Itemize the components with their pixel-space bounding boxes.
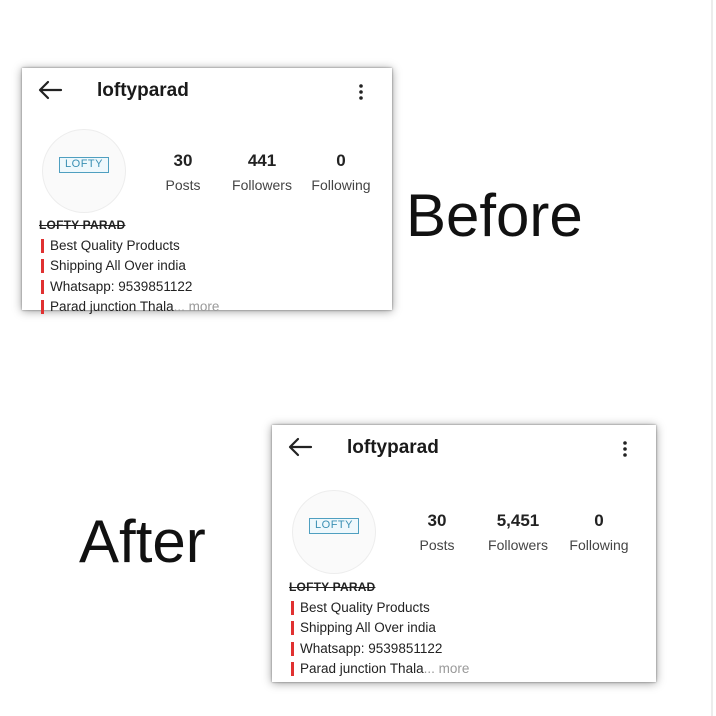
brand-logo: LOFTY [309,518,359,534]
profile-header: loftyparad [22,74,392,106]
bio-more-link[interactable]: ... more [424,661,470,676]
following-stat[interactable]: 0 Following [566,511,632,553]
followers-stat[interactable]: 5,451 Followers [485,511,551,553]
bio-line: Shipping All Over india [289,618,619,639]
before-caption: Before [406,182,583,249]
profile-header: loftyparad [272,431,656,463]
posts-count: 30 [173,151,193,170]
more-vertical-icon[interactable] [358,83,364,101]
posts-label: Posts [419,537,455,553]
profile-bio: LOFTY PARAD Best Quality Products Shippi… [39,215,369,318]
profile-username: loftyparad [97,80,189,101]
brand-logo: LOFTY [59,157,109,173]
profile-card-before: loftyparad LOFTY 30 Posts 441 Followers … [22,68,392,314]
bio-line: Shipping All Over india [39,256,369,277]
bio-line: Best Quality Products [289,598,619,619]
more-vertical-icon[interactable] [622,440,628,458]
back-arrow-icon[interactable] [37,78,63,102]
bio-more-link[interactable]: ... more [174,299,220,314]
bio-line: Whatsapp: 9539851122 [39,277,369,298]
following-stat[interactable]: 0 Following [308,151,374,193]
profile-bio: LOFTY PARAD Best Quality Products Shippi… [289,577,619,680]
back-arrow-icon[interactable] [287,435,313,459]
right-edge-divider [711,0,713,716]
followers-count: 5,451 [496,511,540,530]
bio-name: LOFTY PARAD [289,580,376,594]
profile-avatar[interactable]: LOFTY [293,491,375,573]
followers-count: 441 [247,151,277,170]
profile-avatar[interactable]: LOFTY [43,130,125,212]
bio-line: Whatsapp: 9539851122 [289,639,619,660]
following-label: Following [311,177,371,193]
followers-label: Followers [232,177,292,193]
bio-name: LOFTY PARAD [39,218,126,232]
after-caption: After [79,508,206,575]
posts-label: Posts [165,177,201,193]
bio-line: Best Quality Products [39,236,369,257]
posts-count: 30 [427,511,447,530]
bio-line: Parad junction Thala... more [289,659,619,680]
profile-card-after: loftyparad LOFTY 30 Posts 5,451 Follower… [272,425,656,682]
profile-username: loftyparad [347,437,439,458]
posts-stat[interactable]: 30 Posts [416,511,458,553]
posts-stat[interactable]: 30 Posts [162,151,204,193]
following-count: 0 [336,151,346,170]
following-label: Following [569,537,629,553]
following-count: 0 [594,511,604,530]
followers-stat[interactable]: 441 Followers [229,151,295,193]
followers-label: Followers [488,537,548,553]
bio-line: Parad junction Thala... more [39,297,369,318]
